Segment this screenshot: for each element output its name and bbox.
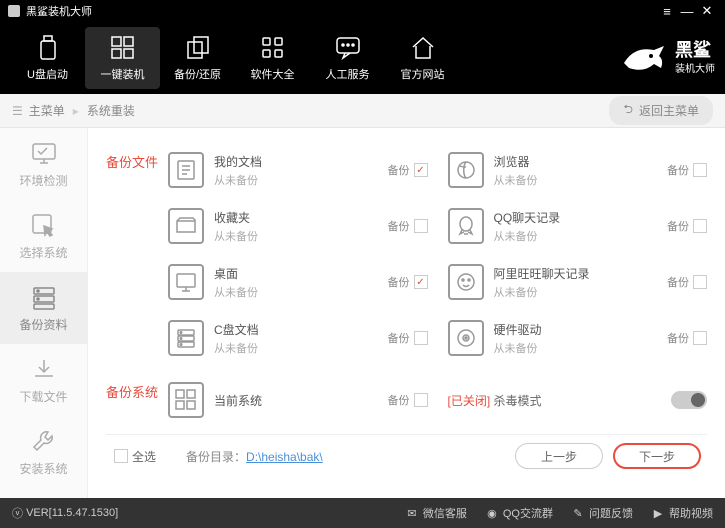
usb-icon [34, 34, 62, 62]
item-icon [448, 264, 484, 300]
server-icon [30, 284, 58, 312]
monitor-check-icon [30, 140, 58, 168]
sb-help[interactable]: ▶帮助视频 [651, 505, 713, 521]
nav-software[interactable]: 软件大全 [235, 27, 310, 89]
menu-icon[interactable]: ≡ [657, 4, 677, 19]
backup-item: 收藏夹从未备份 备份 [168, 198, 428, 254]
item-icon [168, 320, 204, 356]
breadcrumb-current: 系统重装 [87, 102, 135, 119]
sb-wechat[interactable]: ✉微信客服 [405, 505, 467, 521]
sidebar-install[interactable]: 安装系统 [0, 416, 87, 488]
checkbox-current-system[interactable] [414, 393, 428, 407]
content: 备份文件 我的文档从未备份 备份✓ 浏览器从未备份 备份 收藏夹从未备份 备份 … [88, 128, 725, 498]
home-icon [409, 34, 437, 62]
qq-icon: ◉ [485, 506, 499, 520]
top-nav: U盘启动 一键装机 备份/还原 软件大全 人工服务 官方网站 黑鲨 装机大师 [0, 22, 725, 94]
return-icon: ⮌ [623, 100, 633, 121]
prev-button[interactable]: 上一步 [515, 443, 603, 469]
statusbar: ⓥ VER[11.5.47.1530] ✉微信客服 ◉QQ交流群 ✎问题反馈 ▶… [0, 498, 725, 528]
checkbox[interactable]: ✓ [414, 275, 428, 289]
backup-dir-link[interactable]: D:\heisha\bak\ [246, 450, 323, 464]
sidebar: 环境检测 选择系统 备份资料 下载文件 安装系统 [0, 128, 88, 498]
nav-backup-restore[interactable]: 备份/还原 [160, 27, 235, 89]
checkbox[interactable] [693, 275, 707, 289]
nav-website[interactable]: 官方网站 [385, 27, 460, 89]
sidebar-select-system[interactable]: 选择系统 [0, 200, 87, 272]
nav-usb-boot[interactable]: U盘启动 [10, 27, 85, 89]
item-icon [168, 208, 204, 244]
video-icon: ▶ [651, 506, 665, 520]
nav-support[interactable]: 人工服务 [310, 27, 385, 89]
logo-main: 黑鲨 [675, 41, 715, 61]
app-title: 黑鲨装机大师 [26, 3, 92, 19]
backup-item: 我的文档从未备份 备份✓ [168, 142, 428, 198]
sb-feedback[interactable]: ✎问题反馈 [571, 505, 633, 521]
item-icon [168, 152, 204, 188]
breadcrumb: ☰ 主菜单 ▸ 系统重装 ⮌ 返回主菜单 [0, 94, 725, 128]
copy-icon [184, 34, 212, 62]
app-icon [8, 5, 20, 17]
item-icon [448, 320, 484, 356]
next-button[interactable]: 下一步 [613, 443, 701, 469]
chevron-right-icon: ▸ [73, 104, 79, 118]
item-icon [448, 208, 484, 244]
backup-item: 桌面从未备份 备份✓ [168, 254, 428, 310]
system-icon [168, 382, 204, 418]
logo-sub: 装机大师 [675, 60, 715, 75]
sidebar-env-check[interactable]: 环境检测 [0, 128, 87, 200]
checkbox[interactable]: ✓ [414, 163, 428, 177]
wrench-icon [30, 428, 58, 456]
backup-item: 硬件驱动从未备份 备份 [448, 310, 708, 366]
section-system-label: 备份系统 [106, 372, 168, 428]
download-icon [30, 356, 58, 384]
backup-item-current-system: 当前系统 备份 [168, 372, 428, 428]
section-files-label: 备份文件 [106, 142, 168, 366]
backup-item: C盘文档从未备份 备份 [168, 310, 428, 366]
cursor-icon [30, 212, 58, 240]
version-icon: ⓥ [12, 505, 23, 521]
checkbox-select-all[interactable] [114, 449, 128, 463]
grid-icon [259, 34, 287, 62]
item-icon [448, 152, 484, 188]
chat-icon [334, 34, 362, 62]
backup-item: QQ聊天记录从未备份 备份 [448, 198, 708, 254]
checkbox[interactable] [693, 163, 707, 177]
logo: 黑鲨 装机大师 [619, 38, 715, 78]
return-main-button[interactable]: ⮌ 返回主菜单 [609, 96, 713, 125]
checkbox[interactable] [693, 219, 707, 233]
breadcrumb-root[interactable]: 主菜单 [29, 102, 65, 119]
feedback-icon: ✎ [571, 506, 585, 520]
sb-qq[interactable]: ◉QQ交流群 [485, 505, 553, 521]
antivirus-row: [已关闭] 杀毒模式 [448, 372, 708, 428]
sidebar-backup-data[interactable]: 备份资料 [0, 272, 87, 344]
shark-icon [619, 38, 669, 78]
close-icon[interactable]: ✕ [697, 3, 717, 19]
minimize-icon[interactable]: — [677, 4, 697, 19]
antivirus-toggle[interactable] [671, 391, 707, 409]
footer-row: 全选 备份目录：D:\heisha\bak\ 上一步 下一步 [106, 434, 707, 477]
item-icon [168, 264, 204, 300]
wechat-icon: ✉ [405, 506, 419, 520]
checkbox[interactable] [414, 331, 428, 345]
windows-icon [109, 34, 137, 62]
checkbox[interactable] [414, 219, 428, 233]
nav-one-click[interactable]: 一键装机 [85, 27, 160, 89]
sidebar-download[interactable]: 下载文件 [0, 344, 87, 416]
version-text: VER[11.5.47.1530] [26, 507, 118, 519]
backup-item: 阿里旺旺聊天记录从未备份 备份 [448, 254, 708, 310]
checkbox[interactable] [693, 331, 707, 345]
titlebar: 黑鲨装机大师 ≡ — ✕ [0, 0, 725, 22]
list-icon: ☰ [12, 104, 23, 118]
backup-item: 浏览器从未备份 备份 [448, 142, 708, 198]
